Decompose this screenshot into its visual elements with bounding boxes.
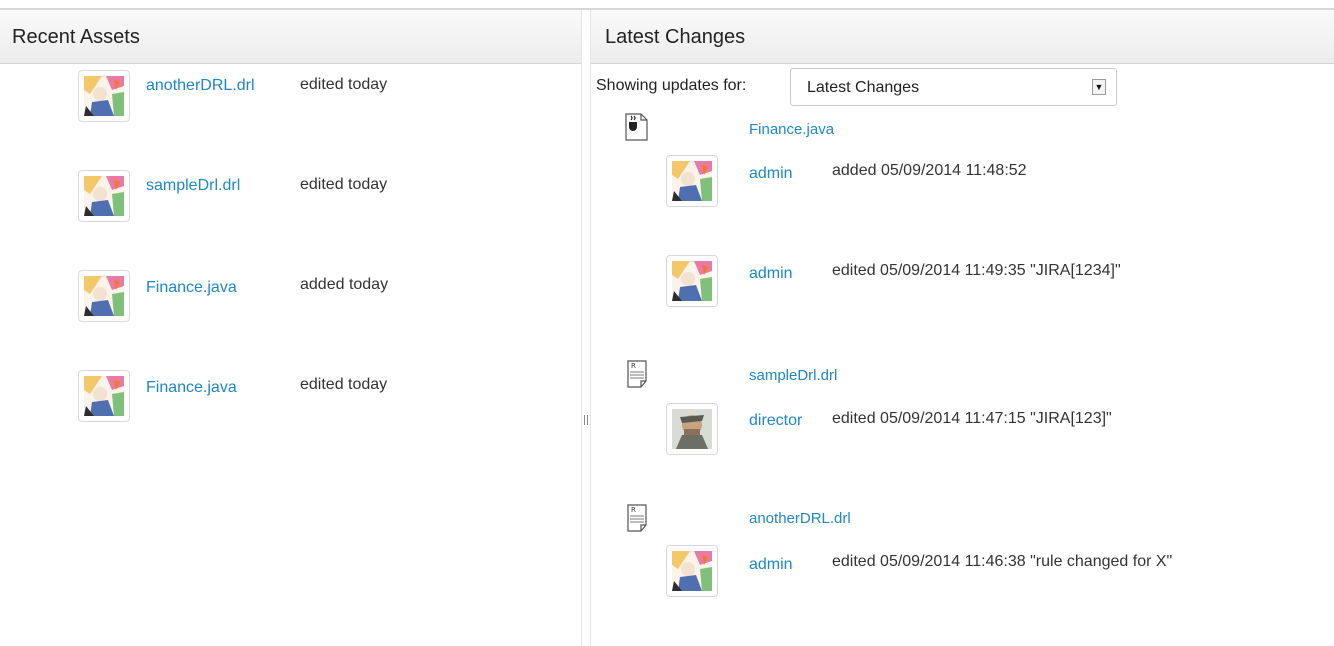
asset-link[interactable]: Finance.java <box>146 279 237 297</box>
avatar <box>78 370 130 422</box>
rule-file-icon <box>627 504 647 532</box>
user-link[interactable]: admin <box>749 556 793 574</box>
splitter-grip-icon[interactable] <box>584 415 588 425</box>
latest-changes-header: Latest Changes <box>591 10 1334 64</box>
dropdown-arrow-icon[interactable]: ▼ <box>1092 79 1106 95</box>
user-link[interactable]: admin <box>749 265 793 283</box>
updates-filter-select[interactable]: Latest Changes ▼ <box>790 68 1117 106</box>
avatar <box>78 70 130 122</box>
user-link[interactable]: admin <box>749 165 793 183</box>
filter-selected-value: Latest Changes <box>807 79 920 96</box>
asset-status: edited today <box>300 176 388 193</box>
java-file-icon <box>625 113 648 141</box>
avatar <box>78 270 130 322</box>
user-avatar-icon <box>84 276 124 316</box>
asset-status: edited today <box>300 376 388 393</box>
user-avatar-icon <box>672 261 712 301</box>
rule-file-icon <box>627 360 647 388</box>
latest-changes-title: Latest Changes <box>605 26 746 48</box>
user-link[interactable]: director <box>749 412 802 430</box>
user-avatar-icon <box>672 551 712 591</box>
change-description: edited 05/09/2014 11:46:38 "rule changed… <box>832 553 1173 570</box>
changed-file-link[interactable]: Finance.java <box>749 121 834 138</box>
user-avatar-icon <box>672 161 712 201</box>
top-border <box>0 0 1334 10</box>
changed-file-link[interactable]: sampleDrl.drl <box>749 367 837 384</box>
recent-assets-header: Recent Assets <box>0 10 581 64</box>
user-avatar-icon <box>672 409 712 449</box>
change-description: added 05/09/2014 11:48:52 <box>832 162 1027 179</box>
user-avatar-icon <box>84 376 124 416</box>
change-description: edited 05/09/2014 11:47:15 "JIRA[123]" <box>832 410 1112 427</box>
avatar <box>666 255 718 307</box>
recent-assets-title: Recent Assets <box>12 26 140 48</box>
asset-link[interactable]: sampleDrl.drl <box>146 177 240 195</box>
asset-status: edited today <box>300 76 388 93</box>
avatar <box>666 403 718 455</box>
asset-link[interactable]: anotherDRL.drl <box>146 77 255 95</box>
change-description: edited 05/09/2014 11:49:35 "JIRA[1234]" <box>832 262 1121 279</box>
filter-label: Showing updates for: <box>596 77 747 94</box>
avatar <box>666 155 718 207</box>
changed-file-link[interactable]: anotherDRL.drl <box>749 510 851 527</box>
user-avatar-icon <box>84 76 124 116</box>
asset-link[interactable]: Finance.java <box>146 379 237 397</box>
asset-status: added today <box>300 276 389 293</box>
panel-splitter[interactable] <box>581 10 591 646</box>
user-avatar-icon <box>84 176 124 216</box>
avatar <box>666 545 718 597</box>
avatar <box>78 170 130 222</box>
